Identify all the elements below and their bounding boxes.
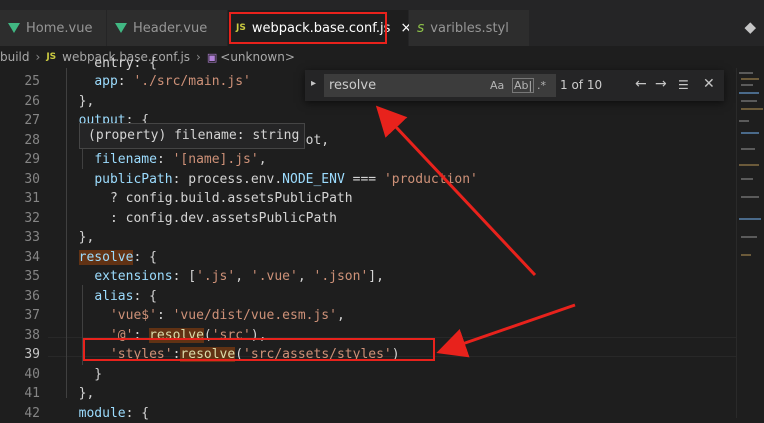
- annotation-arrow-to-search: [380, 110, 535, 275]
- annotation-arrows: [0, 0, 764, 418]
- annotation-arrow-to-line: [442, 305, 575, 351]
